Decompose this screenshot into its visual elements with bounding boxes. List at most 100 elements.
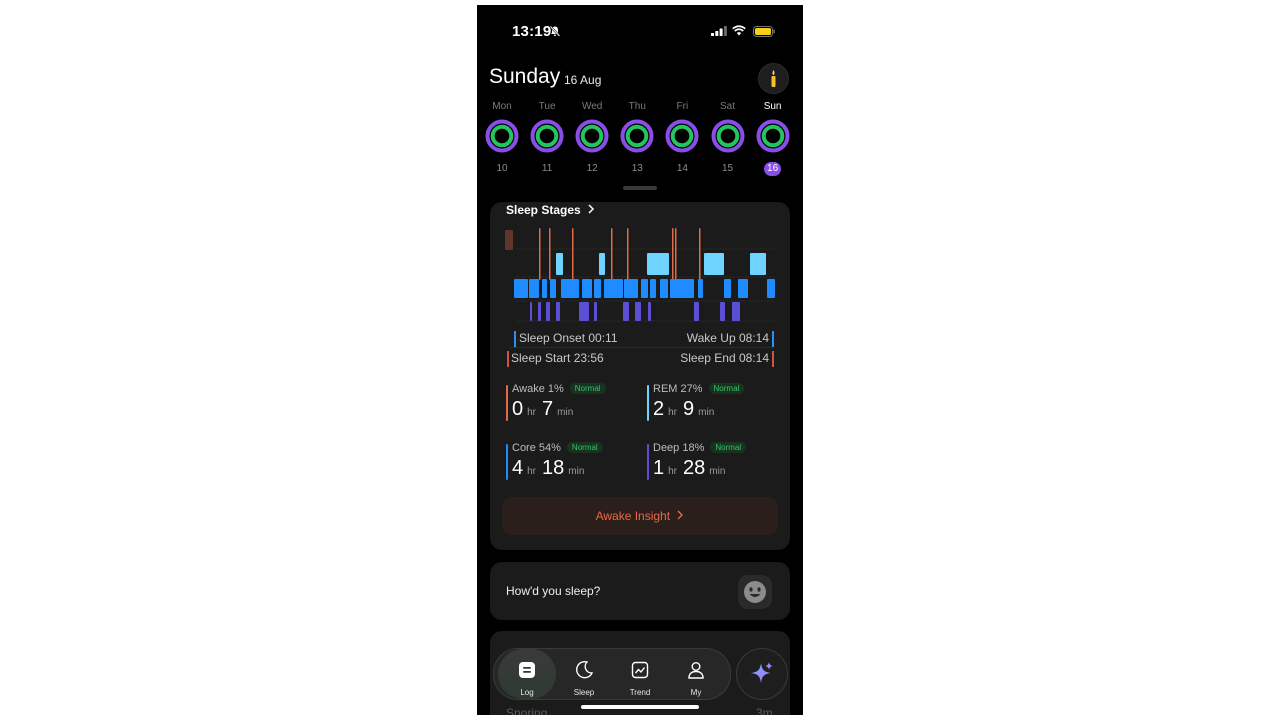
day-sat[interactable]: Sat 15: [708, 101, 748, 176]
awake-segment: [627, 228, 629, 280]
tab-label: My: [690, 688, 702, 697]
sleep-start-text: Sleep Start 23:56: [511, 351, 604, 365]
sleep-end-text: Sleep End 08:14: [680, 351, 769, 365]
core-segment: [561, 279, 579, 298]
deep-segment: [546, 302, 550, 321]
candle-button[interactable]: [758, 63, 789, 94]
core-segment: [724, 279, 731, 298]
day-tue[interactable]: Tue 11: [527, 101, 567, 176]
core-segment: [698, 279, 703, 298]
stage-name: Core 54%: [512, 442, 561, 454]
awake-segment: [675, 228, 677, 280]
tab-label: Sleep: [573, 688, 595, 697]
rem-segment: [750, 253, 766, 275]
stage-color-bar: [647, 444, 649, 480]
awake-segment: [611, 228, 613, 280]
awake-insight-button[interactable]: Awake Insight: [502, 497, 778, 535]
page-subtitle-date: 16 Aug: [564, 73, 602, 87]
core-segment: [767, 279, 775, 298]
sleep-stages-title: Sleep Stages: [506, 203, 581, 217]
stage-minutes: 18: [542, 457, 565, 479]
core-segment: [624, 279, 638, 298]
deep-segment: [556, 302, 560, 321]
day-number: 10: [496, 163, 508, 174]
core-segment: [670, 279, 694, 298]
hr-unit: hr: [527, 407, 537, 418]
core-segment: [738, 279, 748, 298]
core-segment: [594, 279, 601, 298]
status-badge: Normal: [710, 442, 747, 453]
day-label: Tue: [538, 101, 556, 112]
stage-color-bar: [506, 385, 508, 421]
min-unit: min: [557, 407, 574, 418]
core-segment: [550, 279, 556, 298]
tab-trend[interactable]: Trend: [612, 649, 668, 699]
day-number: 14: [676, 163, 688, 174]
sleep-feedback-card[interactable]: How'd you sleep?: [490, 562, 790, 620]
onset-marker: [514, 331, 516, 347]
trend-icon: [631, 661, 649, 679]
min-unit: min: [568, 466, 585, 477]
tab-sleep[interactable]: Sleep: [556, 649, 612, 699]
day-wed[interactable]: Wed 12: [572, 101, 612, 176]
day-label: Sun: [763, 101, 782, 112]
core-segment: [514, 279, 528, 298]
deep-segment: [530, 302, 532, 321]
stage-hours: 2: [653, 398, 665, 420]
stage-hours: 0: [512, 398, 524, 420]
stage-rem: REM 27% Normal 2 hr 9 min: [647, 383, 777, 425]
deep-segment: [720, 302, 725, 321]
stage-deep: Deep 18% Normal 1 hr 28 min: [647, 442, 777, 484]
status-badge: Normal: [569, 383, 606, 394]
rem-segment: [647, 253, 669, 275]
status-badge: Normal: [708, 383, 745, 394]
tab-bar: Log Sleep Trend My: [493, 648, 731, 700]
stage-hours: 1: [653, 457, 665, 479]
day-mon[interactable]: Mon 10: [482, 101, 522, 176]
deep-segment: [648, 302, 651, 321]
day-number: 13: [631, 163, 643, 174]
day-label: Sat: [719, 101, 735, 112]
sleep-ring-icon: [485, 119, 519, 153]
sleep-ring-icon: [620, 119, 654, 153]
mood-button[interactable]: [738, 575, 772, 609]
core-segment: [582, 279, 592, 298]
awake-segment: [549, 228, 551, 280]
ai-assistant-button[interactable]: [736, 648, 788, 700]
profile-icon: [688, 662, 704, 679]
drag-handle[interactable]: [623, 186, 657, 190]
rem-segment: [556, 253, 563, 275]
rem-segment: [704, 253, 724, 275]
chevron-right-icon: [677, 510, 684, 520]
sleep-ring-icon: [530, 119, 564, 153]
stage-minutes: 28: [683, 457, 706, 479]
stage-minutes: 7: [542, 398, 554, 420]
core-segment: [529, 279, 539, 298]
wake-up-text: Wake Up 08:14: [686, 331, 769, 345]
hr-unit: hr: [668, 407, 678, 418]
tab-my[interactable]: My: [668, 649, 724, 699]
status-bar: 13:19: [477, 5, 803, 55]
sleep-stages-link[interactable]: Sleep Stages: [506, 203, 595, 217]
day-thu[interactable]: Thu 13: [617, 101, 657, 176]
day-number: 11: [541, 163, 553, 174]
deep-segment: [623, 302, 629, 321]
day-sun[interactable]: Sun 16: [753, 101, 793, 176]
week-strip: Mon 10 Tue 11 Wed 12 Thu 13 Fri 14 Sat 15 Sun 16: [482, 101, 798, 181]
deep-segment: [635, 302, 641, 321]
awake-segment: [699, 228, 701, 280]
awake-segment: [672, 228, 674, 280]
deep-segment: [579, 302, 589, 321]
silent-bell-icon: [549, 25, 561, 37]
day-fri[interactable]: Fri 14: [662, 101, 702, 176]
sparkle-icon: [751, 662, 773, 683]
tab-log[interactable]: Log: [498, 649, 556, 699]
stage-name: Awake 1%: [512, 383, 564, 395]
phone-screen: 13:19 Sunday 16 Aug Mon 10 Tue 11 Wed 12…: [477, 5, 803, 715]
feedback-question: How'd you sleep?: [506, 584, 601, 598]
awake-segment: [505, 230, 513, 250]
signal-icon: [711, 26, 727, 36]
chevron-right-icon: [588, 204, 595, 214]
home-indicator: [581, 705, 699, 709]
sleep-ring-icon: [575, 119, 609, 153]
